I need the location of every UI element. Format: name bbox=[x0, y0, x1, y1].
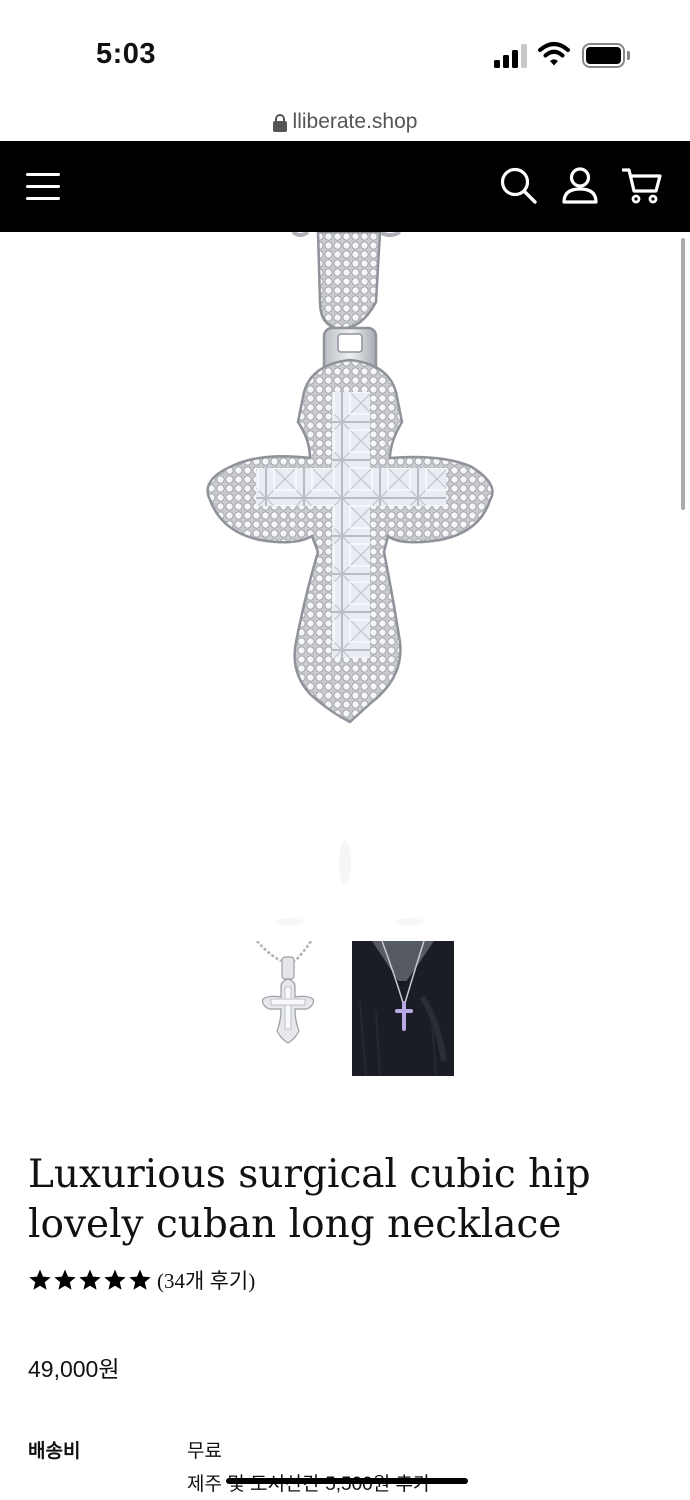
star-icon bbox=[29, 1269, 51, 1290]
site-header bbox=[0, 141, 690, 232]
product-price: 49,000원 bbox=[28, 1356, 120, 1382]
product-thumbnail-1[interactable] bbox=[237, 941, 339, 1076]
star-icon bbox=[104, 1269, 126, 1290]
product-title: Luxurious surgical cubic hip lovely cuba… bbox=[28, 1152, 591, 1247]
product-rating[interactable]: (34개 후기) bbox=[28, 1266, 255, 1294]
user-icon[interactable] bbox=[560, 165, 600, 205]
scribble-overlay bbox=[226, 1478, 468, 1484]
url-text: lliberate.shop bbox=[292, 110, 418, 133]
lock-icon bbox=[272, 113, 287, 132]
shipping-label: 배송비 bbox=[28, 1441, 81, 1462]
status-bar: 5:03 bbox=[0, 0, 690, 100]
star-icon bbox=[129, 1269, 151, 1290]
rating-stars bbox=[28, 1268, 152, 1292]
star-icon bbox=[79, 1269, 101, 1290]
cart-icon[interactable] bbox=[622, 165, 662, 205]
product-thumbnail-2[interactable] bbox=[352, 941, 454, 1076]
shipping-value: 무료 bbox=[187, 1441, 222, 1462]
cellular-signal-icon bbox=[494, 44, 528, 68]
wifi-icon bbox=[538, 42, 570, 66]
battery-icon bbox=[582, 43, 630, 68]
star-icon bbox=[54, 1269, 76, 1290]
search-icon[interactable] bbox=[498, 165, 538, 205]
product-main-image[interactable] bbox=[0, 232, 690, 932]
status-time: 5:03 bbox=[96, 38, 157, 70]
menu-icon[interactable] bbox=[26, 171, 62, 201]
review-count-link[interactable]: (34개 후기) bbox=[157, 1265, 255, 1295]
address-bar[interactable]: lliberate.shop bbox=[0, 106, 690, 138]
